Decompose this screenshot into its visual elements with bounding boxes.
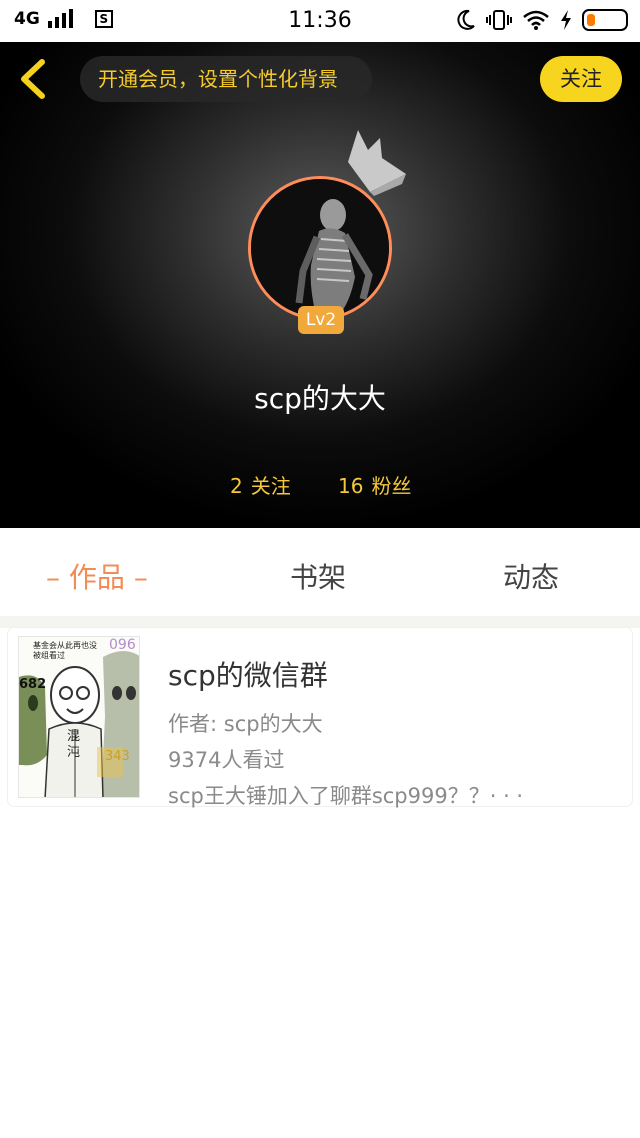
tab-bookshelf-label: 书架: [290, 561, 347, 594]
avatar-image: [251, 179, 389, 317]
level-badge: Lv2: [298, 306, 344, 334]
moon-icon: [457, 9, 475, 30]
status-right: [456, 9, 628, 31]
cover-illustration: [19, 637, 139, 797]
profile-tabs: – 作品 – 书架 动态: [0, 528, 640, 616]
cover-center-text: 混沌: [67, 729, 81, 760]
profile-stats: 2 关注 16 粉丝: [0, 470, 640, 500]
vip-background-prompt[interactable]: 开通会员，设置个性化背景: [80, 56, 372, 102]
tab-bookshelf[interactable]: 书架: [290, 556, 346, 596]
level-text: Lv2: [305, 310, 337, 330]
vip-prompt-text: 开通会员，设置个性化背景: [98, 67, 338, 91]
tab-works[interactable]: – 作品 –: [46, 556, 148, 596]
follow-button-label: 关注: [560, 67, 602, 91]
profile-header: 开通会员，设置个性化背景 关注 Lv2 scp的大大 2 关注 16 粉丝: [0, 0, 640, 528]
work-author: 作者: scp的大大: [168, 712, 323, 736]
tab-activity[interactable]: 动态: [503, 556, 559, 596]
tab-dash-right: –: [124, 561, 148, 594]
status-bar: 4G S 11:36: [0, 0, 640, 42]
wifi-icon: [523, 10, 549, 30]
chevron-left-icon: [21, 59, 45, 99]
charging-icon: [561, 10, 571, 30]
cover-caption: 基金会从此再也没被组看过: [33, 641, 97, 660]
follow-button[interactable]: 关注: [540, 56, 622, 102]
battery-icon: [582, 9, 628, 31]
tab-activity-label: 动态: [503, 561, 560, 594]
list-divider: [0, 616, 640, 628]
tab-works-label: 作品: [68, 561, 125, 594]
work-description: scp王大锤加入了聊群scp999？？· · ·: [168, 784, 524, 808]
list-item[interactable]: 基金会从此再也没被组看过 682 096 343 混沌 scp的微信群 作者: …: [8, 628, 632, 808]
cover-number-left: 682: [19, 677, 47, 692]
cover-number-bottom: 343: [105, 749, 130, 764]
following-count: 2: [230, 474, 243, 498]
work-view-count: 9374人看过: [168, 748, 285, 772]
work-cover-image[interactable]: 基金会从此再也没被组看过 682 096 343 混沌: [18, 636, 140, 798]
work-title: scp的微信群: [168, 659, 328, 692]
fans-stat[interactable]: 16 粉丝: [338, 470, 411, 499]
fans-count: 16: [338, 474, 364, 498]
following-label: 关注: [250, 474, 291, 498]
following-stat[interactable]: 2 关注: [230, 470, 291, 499]
username: scp的大大: [254, 382, 386, 415]
cover-number-top: 096: [109, 637, 136, 653]
avatar[interactable]: [248, 176, 392, 320]
works-list: 基金会从此再也没被组看过 682 096 343 混沌 scp的微信群 作者: …: [0, 616, 640, 1138]
fans-label: 粉丝: [371, 474, 412, 498]
tab-dash-left: –: [46, 561, 69, 594]
vibrate-icon: [486, 10, 512, 30]
back-button[interactable]: [12, 54, 56, 104]
